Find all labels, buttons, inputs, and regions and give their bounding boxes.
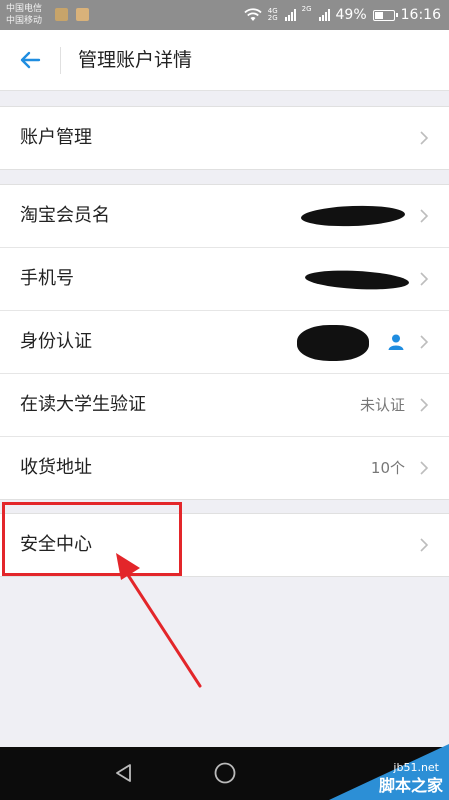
watermark-text: 脚本之家: [378, 776, 443, 795]
annotation-arrow-icon: [116, 553, 202, 688]
nav-back-icon[interactable]: [112, 761, 136, 785]
nav-home-icon[interactable]: [213, 761, 237, 785]
watermark: jb51.net 脚本之家: [319, 740, 449, 800]
